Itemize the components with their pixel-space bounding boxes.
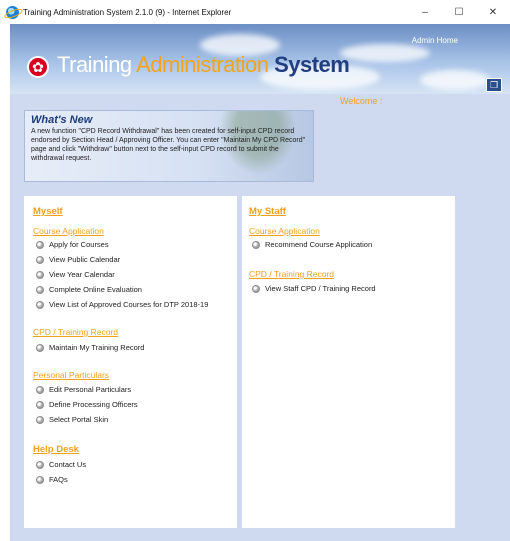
my-staff-heading: My Staff (249, 206, 286, 217)
hksar-emblem-icon: ✿ (27, 56, 49, 78)
myself-heading: Myself (33, 206, 63, 217)
bullet-icon (36, 460, 44, 469)
bullet-icon (252, 284, 260, 293)
internet-explorer-icon (6, 5, 19, 19)
minimize-button[interactable]: – (408, 0, 442, 24)
view-year-calendar-link[interactable]: View Year Calendar (36, 270, 115, 279)
bullet-icon (36, 400, 44, 409)
bullet-icon (36, 270, 44, 279)
bullet-icon (36, 385, 44, 394)
apply-for-courses-link[interactable]: Apply for Courses (36, 240, 109, 249)
bullet-icon (36, 415, 44, 424)
welcome-text: Welcome : (340, 96, 383, 106)
personal-particulars-heading: Personal Particulars (33, 370, 110, 380)
whats-new-body: A new function "CPD Record Withdrawal" h… (31, 128, 306, 162)
cpd-training-record-heading: CPD / Training Record (33, 327, 119, 337)
bullet-icon (252, 240, 260, 249)
window-title: Training Administration System 2.1.0 (9)… (23, 7, 232, 17)
contact-us-link[interactable]: Contact Us (36, 460, 86, 469)
system-brand-title: Training Administration System (57, 52, 350, 77)
whats-new-title: What's New (31, 114, 93, 126)
define-processing-officers-link[interactable]: Define Processing Officers (36, 400, 138, 409)
myself-panel: Myself Course Application Apply for Cour… (24, 196, 237, 528)
bullet-icon (36, 285, 44, 294)
faqs-link[interactable]: FAQs (36, 475, 68, 484)
view-staff-training-record-link[interactable]: View Staff CPD / Training Record (252, 284, 376, 293)
bullet-icon (36, 255, 44, 264)
close-button[interactable]: ✕ (476, 0, 510, 24)
maximize-button[interactable]: ☐ (442, 0, 476, 24)
header-banner: ✿ Training Administration System Admin H… (10, 24, 510, 94)
book-icon[interactable]: ❐ (486, 78, 502, 92)
view-approved-courses-link[interactable]: View List of Approved Courses for DTP 20… (36, 300, 208, 309)
edit-personal-particulars-link[interactable]: Edit Personal Particulars (36, 385, 131, 394)
staff-cpd-training-record-heading: CPD / Training Record (249, 269, 335, 279)
bullet-icon (36, 300, 44, 309)
view-public-calendar-link[interactable]: View Public Calendar (36, 255, 120, 264)
window-titlebar: Training Administration System 2.1.0 (9)… (0, 0, 510, 24)
my-staff-panel: My Staff Course Application Recommend Co… (242, 196, 455, 528)
bullet-icon (36, 240, 44, 249)
course-application-heading: Course Application (33, 226, 104, 236)
staff-course-application-heading: Course Application (249, 226, 320, 236)
bullet-icon (36, 475, 44, 484)
complete-online-evaluation-link[interactable]: Complete Online Evaluation (36, 285, 142, 294)
help-desk-heading: Help Desk (33, 444, 79, 455)
whats-new-box: What's New A new function "CPD Record Wi… (24, 110, 314, 182)
recommend-course-application-link[interactable]: Recommend Course Application (252, 240, 372, 249)
admin-home-link[interactable]: Admin Home (412, 36, 458, 45)
bullet-icon (36, 343, 44, 352)
select-portal-skin-link[interactable]: Select Portal Skin (36, 415, 108, 424)
window-controls: – ☐ ✕ (408, 0, 510, 24)
maintain-training-record-link[interactable]: Maintain My Training Record (36, 343, 144, 352)
